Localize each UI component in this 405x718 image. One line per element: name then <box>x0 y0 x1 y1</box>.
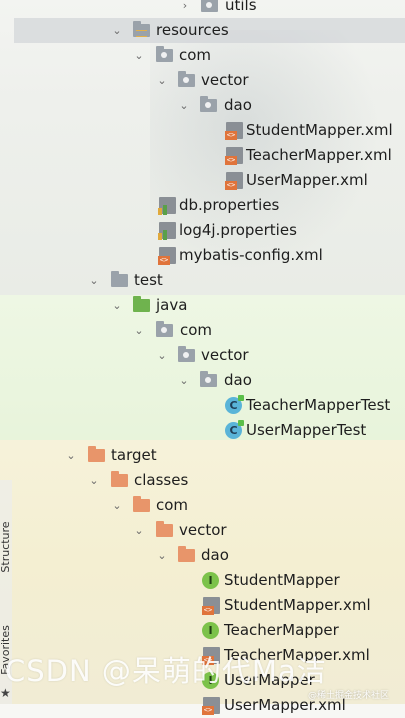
interface-icon: I <box>202 622 219 639</box>
tree-node-label: dao <box>201 546 229 564</box>
tree-node-label: mybatis-config.xml <box>179 246 323 264</box>
tree-node-label: vector <box>201 346 249 364</box>
tree-node-label: StudentMapper.xml <box>246 121 393 139</box>
package-folder-icon <box>156 46 173 62</box>
xml-file-icon <box>225 172 243 190</box>
chevron-down-icon[interactable]: ⌄ <box>132 518 146 543</box>
tree-node-label: UserMapperTest <box>246 421 367 439</box>
chevron-down-icon[interactable]: ⌄ <box>155 68 169 93</box>
tree-node-label: dao <box>224 371 252 389</box>
xml-file-icon <box>158 247 176 265</box>
chevron-down-icon[interactable]: ⌄ <box>110 293 124 318</box>
tree-node-label: dao <box>224 96 252 114</box>
chevron-down-icon[interactable]: ⌄ <box>155 543 169 568</box>
tree-node-label: StudentMapper <box>224 571 340 589</box>
xml-file-icon <box>202 697 220 715</box>
tree-node-label: com <box>179 46 212 64</box>
excluded-folder-icon <box>156 521 173 537</box>
tree-node-label: utils <box>225 0 257 14</box>
excluded-folder-icon <box>178 546 195 562</box>
chevron-down-icon[interactable]: ⌄ <box>64 443 78 468</box>
chevron-down-icon[interactable]: ⌄ <box>155 343 169 368</box>
chevron-down-icon[interactable]: ⌄ <box>87 468 101 493</box>
properties-file-icon <box>158 222 176 240</box>
chevron-right-icon[interactable]: › <box>178 0 192 18</box>
tree-node-label: TeacherMapper <box>224 621 339 639</box>
package-folder-icon <box>178 71 195 87</box>
class-icon: C <box>225 395 244 414</box>
package-folder-icon <box>200 371 217 387</box>
structure-tab[interactable]: Structure <box>0 515 13 579</box>
tree-node-label: com <box>180 321 213 339</box>
chevron-down-icon[interactable]: ⌄ <box>177 93 191 118</box>
tree-node-label: TeacherMapperTest <box>246 396 391 414</box>
chevron-down-icon[interactable]: ⌄ <box>110 493 124 518</box>
chevron-down-icon[interactable]: ⌄ <box>132 43 146 68</box>
interface-icon: I <box>202 572 219 589</box>
tree-node-label: classes <box>134 471 189 489</box>
folder-icon <box>111 271 128 287</box>
class-icon: C <box>225 420 244 439</box>
package-folder-icon <box>200 96 217 112</box>
chevron-down-icon[interactable]: ⌄ <box>110 18 124 43</box>
excluded-folder-icon <box>88 446 105 462</box>
xml-file-icon <box>225 147 243 165</box>
tree-node-label: log4j.properties <box>179 221 297 239</box>
tree-node-label: resources <box>156 21 229 39</box>
chevron-down-icon[interactable]: ⌄ <box>132 318 146 343</box>
xml-file-icon <box>225 122 243 140</box>
package-folder-icon <box>156 321 173 337</box>
chevron-down-icon[interactable]: ⌄ <box>87 268 101 293</box>
tree-node-label: java <box>156 296 188 314</box>
tree-node-label: test <box>134 271 163 289</box>
package-folder-icon <box>178 346 195 362</box>
properties-file-icon <box>158 197 176 215</box>
tree-node-label: vector <box>201 71 249 89</box>
package-folder-icon <box>201 0 218 12</box>
tree-node-label: com <box>156 496 189 514</box>
resources-folder-icon <box>133 21 150 37</box>
tree-node-label: TeacherMapper.xml <box>246 146 392 164</box>
tree-node-label: target <box>111 446 157 464</box>
chevron-down-icon[interactable]: ⌄ <box>177 368 191 393</box>
excluded-folder-icon <box>111 471 128 487</box>
tree-node-label: StudentMapper.xml <box>224 596 371 614</box>
tree-node-label: UserMapper.xml <box>246 171 368 189</box>
tree-node-label: db.properties <box>179 196 280 214</box>
excluded-folder-icon <box>133 496 150 512</box>
test-sources-folder-icon <box>133 296 150 312</box>
tree-node-label: vector <box>179 521 227 539</box>
xml-file-icon <box>202 597 220 615</box>
watermark: CSDN @呆萌的代Ma洁 <box>5 654 327 688</box>
credit-watermark: @稀土掘金技术社区 <box>308 691 390 701</box>
